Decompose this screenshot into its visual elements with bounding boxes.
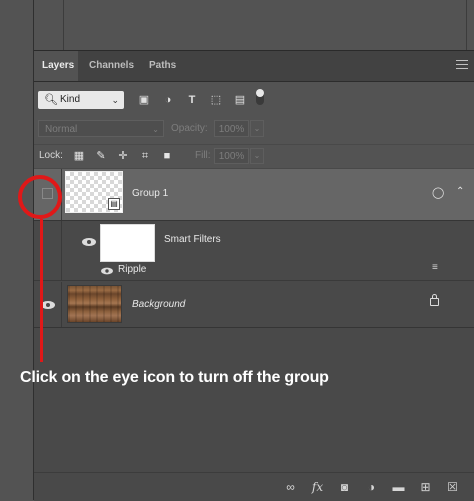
delete-icon[interactable]: ☒	[439, 479, 466, 495]
fill-field[interactable]: 100%	[214, 148, 249, 164]
chevron-down-icon: ⌄	[152, 125, 159, 134]
fill-label: Fill:	[195, 150, 211, 161]
lock-image-pixels-icon[interactable]: ✎	[90, 148, 112, 164]
opacity-field[interactable]: 100%	[214, 120, 249, 137]
annotation-highlight-circle	[18, 175, 62, 219]
layer-row-smart-filters[interactable]: Smart Filters Ripple ≡	[34, 221, 474, 281]
annotation-pointer-line	[40, 219, 43, 362]
new-group-icon[interactable]: ▬	[385, 479, 412, 495]
annotation-caption: Click on the eye icon to turn off the gr…	[20, 369, 329, 386]
bottom-icons: ∞ fx ◙ ◑ ▬ ⊞ ☒	[277, 479, 466, 495]
eye-icon[interactable]	[101, 267, 113, 275]
opacity-chevron-icon[interactable]: ⌄	[250, 120, 264, 137]
layer-name-group[interactable]: Group 1	[132, 187, 168, 201]
layer-name-background[interactable]: Background	[132, 298, 185, 312]
lock-label: Lock:	[39, 150, 63, 161]
filter-name-ripple[interactable]: Ripple	[118, 263, 146, 277]
lock-icons: ▦ ✎ ✛ ⌗ ■	[68, 148, 178, 164]
lock-position-icon[interactable]: ✛	[112, 148, 134, 164]
visibility-column	[34, 221, 62, 280]
chevron-up-icon[interactable]: ⌃	[456, 186, 464, 197]
upper-panel-area	[34, 0, 474, 50]
visibility-column	[34, 282, 62, 327]
group-thumbnail: ▤	[65, 171, 123, 213]
opacity-label: Opacity:	[171, 123, 208, 134]
panel-tab-bar: Layers Channels Paths	[34, 51, 474, 82]
eye-icon[interactable]	[41, 301, 55, 309]
fx-icon[interactable]: fx	[304, 479, 331, 495]
add-mask-icon[interactable]: ◙	[331, 479, 358, 495]
new-layer-icon[interactable]: ⊞	[412, 479, 439, 495]
filter-settings-icon[interactable]: ≡	[432, 262, 438, 273]
lock-icon	[430, 294, 439, 306]
link-layers-icon[interactable]: ∞	[277, 479, 304, 495]
chevron-down-icon: ⌄	[111, 95, 119, 105]
shape-layer-filter-icon[interactable]: ⬚	[204, 91, 228, 109]
layer-row-background[interactable]: Background	[34, 282, 474, 328]
new-fill-adjustment-icon[interactable]: ◑	[358, 479, 385, 495]
background-thumbnail	[67, 285, 122, 323]
smart-object-filter-icon[interactable]: ▤	[228, 91, 252, 109]
kind-select-label: Kind	[60, 94, 81, 105]
panel-bottom-bar: ∞ fx ◙ ◑ ▬ ⊞ ☒	[34, 472, 474, 501]
upper-panel-divider	[63, 0, 64, 50]
search-icon: 🔍︎	[44, 94, 58, 106]
smart-filters-mask-thumbnail	[100, 224, 155, 262]
smart-object-badge-icon: ▤	[108, 198, 120, 210]
kind-filter-select[interactable]: 🔍︎ Kind ⌄	[38, 91, 124, 109]
lock-artboard-icon[interactable]: ⌗	[134, 148, 156, 164]
tab-layers[interactable]: Layers	[34, 51, 78, 81]
smart-filters-label: Smart Filters	[164, 234, 221, 245]
lock-all-icon[interactable]: ■	[156, 148, 178, 164]
tab-paths[interactable]: Paths	[141, 51, 184, 81]
type-layer-filter-icon[interactable]: T	[180, 91, 204, 109]
filter-toggle-switch[interactable]	[256, 89, 264, 105]
lock-transparent-pixels-icon[interactable]: ▦	[68, 148, 90, 164]
tab-channels[interactable]: Channels	[81, 51, 142, 81]
smart-object-link-icon: ◯	[432, 187, 445, 199]
blend-mode-value: Normal	[45, 124, 78, 135]
adjustment-layer-filter-icon[interactable]: ◑	[156, 91, 180, 109]
fill-chevron-icon[interactable]: ⌄	[250, 148, 264, 164]
blend-mode-select[interactable]: Normal ⌄	[38, 120, 164, 137]
left-gutter	[0, 0, 33, 500]
layers-panel: Layers Channels Paths 🔍︎ Kind ⌄ ▣ ◑ T ⬚ …	[34, 51, 474, 501]
layer-row-group[interactable]: ▤ Group 1 ◯ ⌃	[34, 169, 474, 221]
hamburger-icon[interactable]	[456, 60, 468, 72]
upper-panel-divider-right	[466, 0, 467, 50]
filter-icons: ▣ ◑ T ⬚ ▤	[132, 91, 252, 109]
eye-icon[interactable]	[82, 238, 96, 246]
pixel-layer-filter-icon[interactable]: ▣	[132, 91, 156, 109]
